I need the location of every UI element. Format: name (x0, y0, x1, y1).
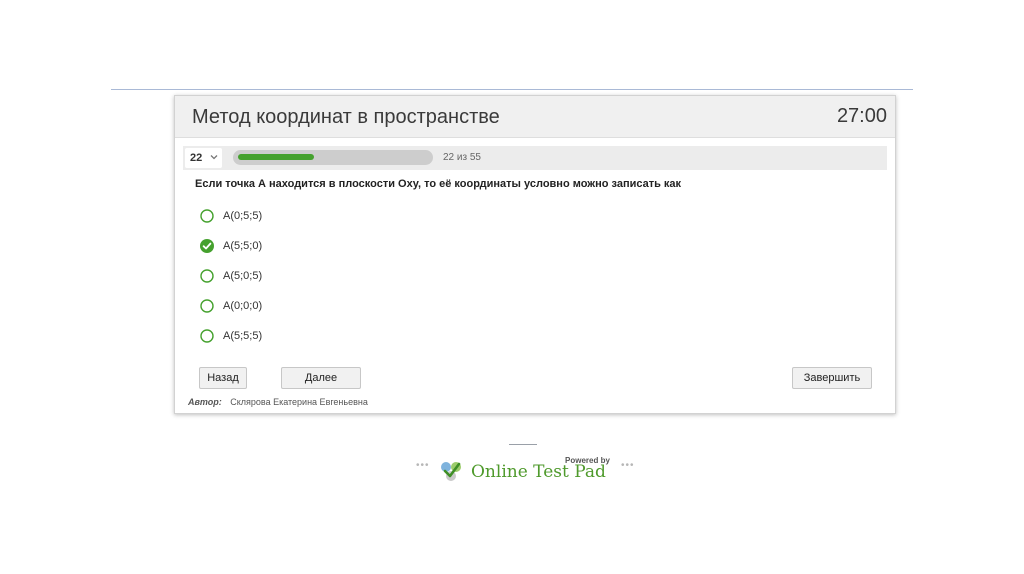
quiz-card: Метод координат в пространстве 27:00 22 … (174, 95, 896, 414)
answer-option[interactable]: A(5;5;5) (200, 328, 500, 350)
question-number: 22 (190, 152, 203, 164)
footer-dots-right: ••• (621, 460, 635, 471)
brand-name[interactable]: Online Test Pad (471, 462, 606, 482)
author-label: Автор: (188, 397, 222, 407)
answer-option-label: A(5;5;0) (223, 240, 263, 252)
radio-circle-icon (200, 299, 214, 313)
top-divider (111, 89, 913, 90)
finish-button[interactable]: Завершить (792, 367, 872, 389)
answer-option-label: A(5;5;5) (223, 330, 263, 342)
quiz-header: Метод координат в пространстве 27:00 (175, 96, 895, 138)
footer-dots-left: ••• (416, 460, 430, 471)
answer-option-label: A(0;5;5) (223, 210, 263, 222)
progress-text: 22 из 55 (443, 152, 481, 163)
answer-option[interactable]: A(0;0;0) (200, 298, 500, 320)
author-name: Склярова Екатерина Евгеньевна (230, 397, 368, 407)
page-title: Метод координат в пространстве (192, 106, 500, 128)
chevron-down-icon (210, 155, 218, 160)
question-select[interactable]: 22 (185, 148, 222, 168)
progress-bar (233, 150, 433, 165)
progress-bar-fill (238, 154, 314, 160)
question-text: Если точка А находится в плоскости Oxy, … (195, 178, 682, 190)
next-button[interactable]: Далее (281, 367, 361, 389)
answer-option[interactable]: A(5;5;0) (200, 238, 500, 260)
online-test-pad-logo-icon[interactable] (438, 458, 464, 484)
back-button[interactable]: Назад (199, 367, 247, 389)
radio-circle-icon (200, 269, 214, 283)
answer-option[interactable]: A(5;0;5) (200, 268, 500, 290)
progress-row: 22 22 из 55 (183, 146, 887, 170)
footer-divider (509, 444, 537, 445)
check-circle-icon (200, 239, 214, 253)
answer-option[interactable]: A(0;5;5) (200, 208, 500, 230)
answer-option-label: A(0;0;0) (223, 300, 263, 312)
answer-option-label: A(5;0;5) (223, 270, 263, 282)
radio-circle-icon (200, 329, 214, 343)
author-line: Автор: Склярова Екатерина Евгеньевна (188, 397, 368, 407)
timer: 27:00 (836, 105, 887, 127)
radio-circle-icon (200, 209, 214, 223)
